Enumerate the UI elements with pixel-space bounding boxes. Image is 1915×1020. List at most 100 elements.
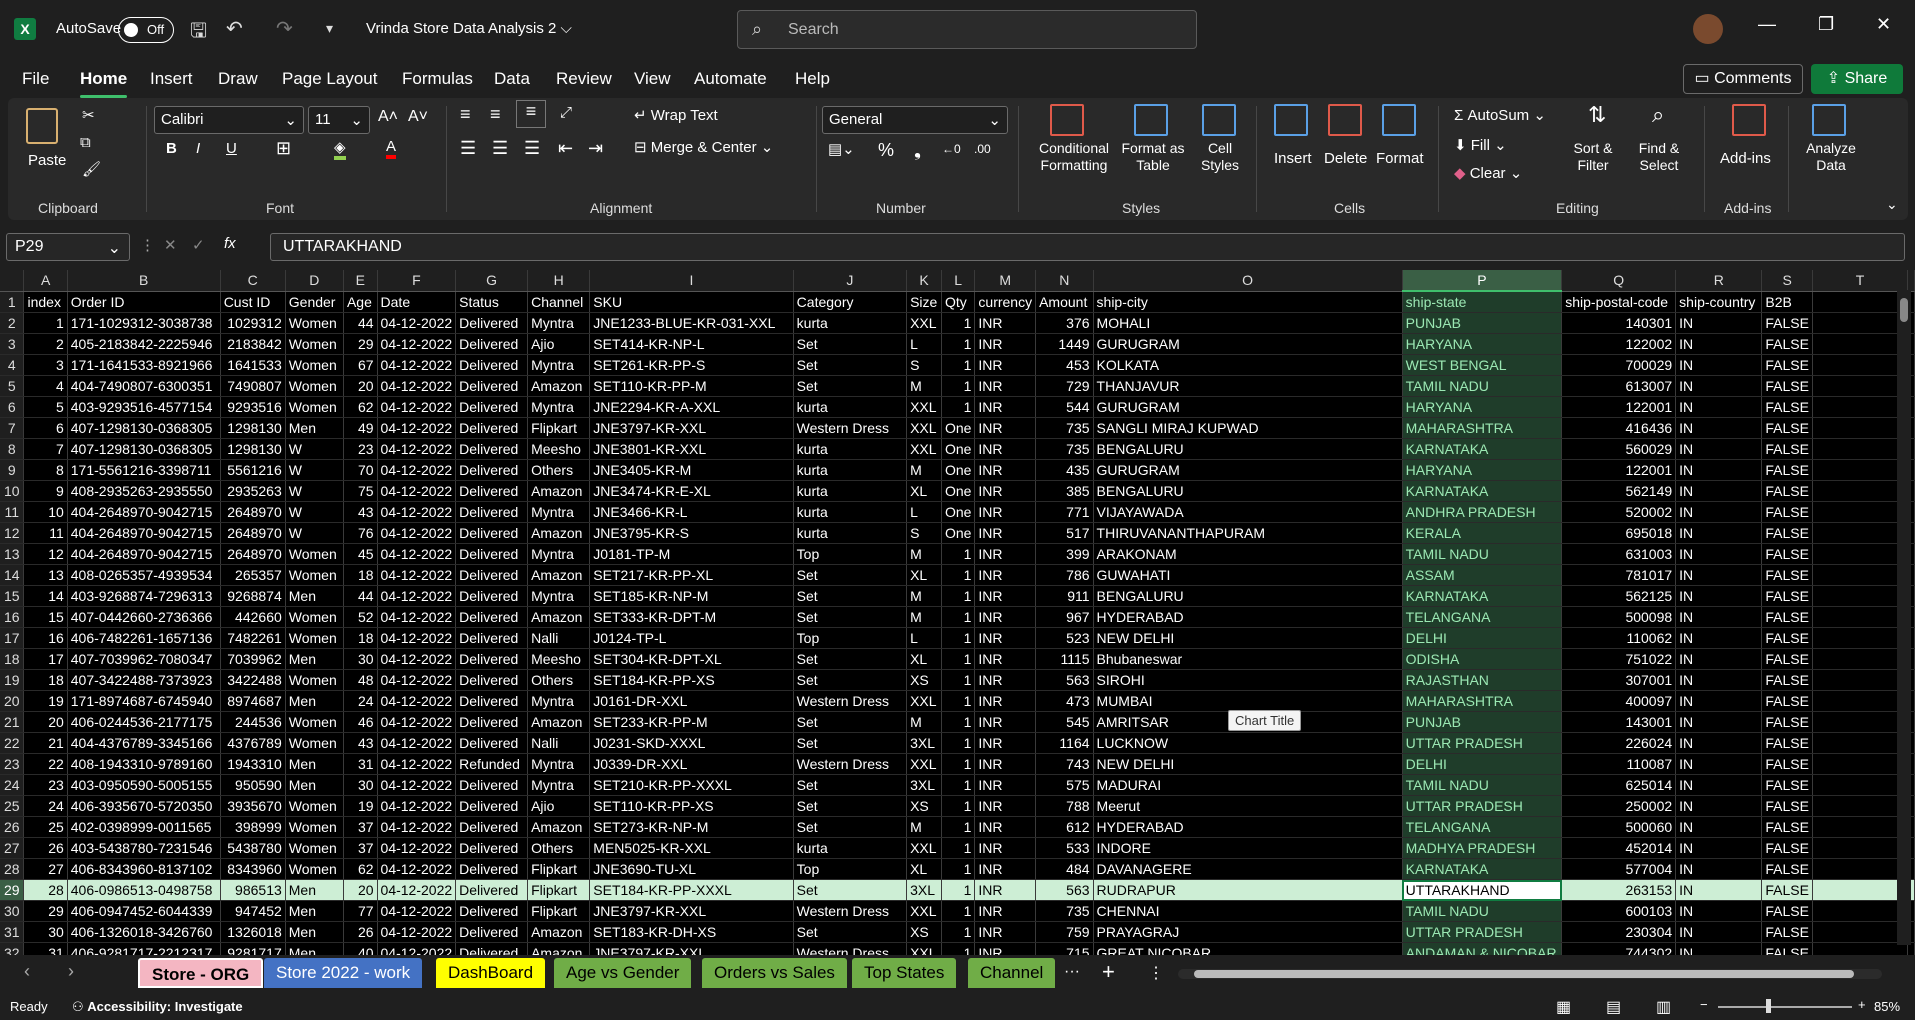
cell[interactable]: 171-1641533-8921966 bbox=[67, 354, 221, 376]
insert-cells-button[interactable]: Insert bbox=[1274, 150, 1312, 167]
cell[interactable]: 307001 bbox=[1561, 669, 1677, 691]
cell[interactable]: 171-1029312-3038738 bbox=[67, 312, 221, 334]
cell[interactable]: Amazon bbox=[527, 606, 591, 628]
cell[interactable]: Set bbox=[793, 795, 908, 817]
cell[interactable]: 771 bbox=[1035, 501, 1094, 523]
cell[interactable]: Myntra bbox=[527, 585, 591, 607]
cell[interactable]: ARAKONAM bbox=[1093, 543, 1403, 565]
column-header[interactable]: D bbox=[285, 270, 344, 292]
column-header[interactable]: N bbox=[1035, 270, 1094, 292]
cell[interactable]: 1 bbox=[941, 732, 976, 754]
tab-help[interactable]: Help bbox=[795, 69, 830, 89]
cell[interactable]: IN bbox=[1675, 375, 1763, 397]
cell[interactable]: 517 bbox=[1035, 522, 1094, 544]
cell[interactable]: UTTAR PRADESH bbox=[1402, 732, 1563, 754]
cell[interactable]: 1 bbox=[941, 900, 976, 922]
cell[interactable]: TELANGANA bbox=[1402, 816, 1563, 838]
cell[interactable]: Channel bbox=[527, 291, 591, 313]
cell[interactable] bbox=[1812, 333, 1908, 355]
cell[interactable]: Delivered bbox=[455, 648, 529, 670]
cell[interactable]: MAHARASHTRA bbox=[1402, 417, 1563, 439]
align-top-icon[interactable]: ≡ bbox=[460, 104, 471, 125]
cell[interactable]: ship-state bbox=[1402, 291, 1563, 313]
percent-icon[interactable]: % bbox=[878, 140, 894, 161]
cell[interactable]: HYDERABAD bbox=[1093, 606, 1403, 628]
cell[interactable]: 1 bbox=[941, 669, 976, 691]
cell[interactable]: 751022 bbox=[1561, 648, 1677, 670]
cell[interactable]: KOLKATA bbox=[1093, 354, 1403, 376]
cell[interactable]: 12 bbox=[23, 543, 68, 565]
cell[interactable]: 1 bbox=[941, 879, 976, 901]
cell[interactable]: FALSE bbox=[1761, 522, 1813, 544]
font-color-icon[interactable]: A bbox=[386, 138, 397, 159]
cell[interactable]: 1 bbox=[941, 795, 976, 817]
cell[interactable]: TAMIL NADU bbox=[1402, 774, 1563, 796]
format-cells-button[interactable]: Format bbox=[1376, 150, 1424, 167]
column-header[interactable]: E bbox=[343, 270, 378, 292]
cell[interactable]: INR bbox=[974, 753, 1037, 775]
cell[interactable]: Delivered bbox=[455, 732, 529, 754]
cell[interactable]: IN bbox=[1675, 333, 1763, 355]
row-header[interactable]: 20 bbox=[0, 690, 25, 712]
accessibility-status[interactable]: ⚇ Accessibility: Investigate bbox=[72, 999, 243, 1015]
cell[interactable]: Set bbox=[793, 375, 908, 397]
cell[interactable]: 49 bbox=[343, 417, 378, 439]
cell[interactable]: 8974687 bbox=[220, 690, 286, 712]
cell[interactable]: 416436 bbox=[1561, 417, 1677, 439]
sheet-tab[interactable]: Store 2022 - work bbox=[264, 958, 423, 988]
add-sheet-icon[interactable]: + bbox=[1102, 959, 1115, 985]
cell[interactable]: 560029 bbox=[1561, 438, 1677, 460]
cell[interactable]: Nalli bbox=[527, 732, 591, 754]
cell[interactable]: FALSE bbox=[1761, 795, 1813, 817]
cell[interactable]: 520002 bbox=[1561, 501, 1677, 523]
cell[interactable]: GURUGRAM bbox=[1093, 333, 1403, 355]
cell[interactable]: KARNATAKA bbox=[1402, 480, 1563, 502]
bold-icon[interactable]: B bbox=[166, 140, 177, 157]
cell[interactable]: Men bbox=[285, 900, 344, 922]
cell[interactable]: 04-12-2022 bbox=[377, 312, 457, 334]
cell[interactable]: INR bbox=[974, 648, 1037, 670]
row-header[interactable]: 19 bbox=[0, 669, 25, 691]
cell[interactable]: INR bbox=[974, 795, 1037, 817]
cell[interactable]: Western Dress bbox=[793, 690, 908, 712]
cell[interactable]: 1115 bbox=[1035, 648, 1094, 670]
cell[interactable]: 453 bbox=[1035, 354, 1094, 376]
cell[interactable] bbox=[1812, 459, 1908, 481]
undo-icon[interactable]: ↶ bbox=[226, 16, 243, 41]
cell[interactable]: Cust ID bbox=[220, 291, 286, 313]
cell[interactable]: 37 bbox=[343, 816, 378, 838]
cell[interactable]: HARYANA bbox=[1402, 396, 1563, 418]
cell[interactable]: JNE1233-BLUE-KR-031-XXL bbox=[589, 312, 794, 334]
cell[interactable]: 2648970 bbox=[220, 522, 286, 544]
cell[interactable]: Set bbox=[793, 732, 908, 754]
tab-formulas[interactable]: Formulas bbox=[402, 69, 473, 89]
cell[interactable]: 244536 bbox=[220, 711, 286, 733]
cell[interactable]: Ajio bbox=[527, 795, 591, 817]
cell[interactable]: INR bbox=[974, 585, 1037, 607]
column-header[interactable]: S bbox=[1761, 270, 1813, 292]
cell[interactable]: 18 bbox=[23, 669, 68, 691]
add-ins-button[interactable]: Add-ins bbox=[1720, 150, 1771, 167]
cell[interactable]: 1029312 bbox=[220, 312, 286, 334]
cell[interactable]: FALSE bbox=[1761, 627, 1813, 649]
cell[interactable]: FALSE bbox=[1761, 900, 1813, 922]
cell[interactable]: FALSE bbox=[1761, 669, 1813, 691]
cell[interactable]: Myntra bbox=[527, 312, 591, 334]
cell[interactable]: Set bbox=[793, 774, 908, 796]
cell[interactable]: THANJAVUR bbox=[1093, 375, 1403, 397]
cell[interactable]: IN bbox=[1675, 522, 1763, 544]
cell[interactable]: PUNJAB bbox=[1402, 312, 1563, 334]
cell[interactable]: Myntra bbox=[527, 396, 591, 418]
zoom-in-icon[interactable]: + bbox=[1858, 997, 1866, 1012]
cell[interactable] bbox=[1812, 501, 1908, 523]
cell[interactable]: W bbox=[285, 501, 344, 523]
row-header[interactable]: 27 bbox=[0, 837, 25, 859]
cell[interactable]: XXL bbox=[906, 753, 942, 775]
clear-button[interactable]: ◆ Clear ⌄ bbox=[1454, 164, 1522, 182]
row-header[interactable]: 31 bbox=[0, 921, 25, 943]
cell[interactable]: 230304 bbox=[1561, 921, 1677, 943]
cell[interactable]: KERALA bbox=[1402, 522, 1563, 544]
paste-button[interactable]: Paste bbox=[28, 152, 66, 169]
cell-styles-button[interactable]: Cell Styles bbox=[1192, 140, 1248, 174]
cell[interactable]: Delivered bbox=[455, 543, 529, 565]
